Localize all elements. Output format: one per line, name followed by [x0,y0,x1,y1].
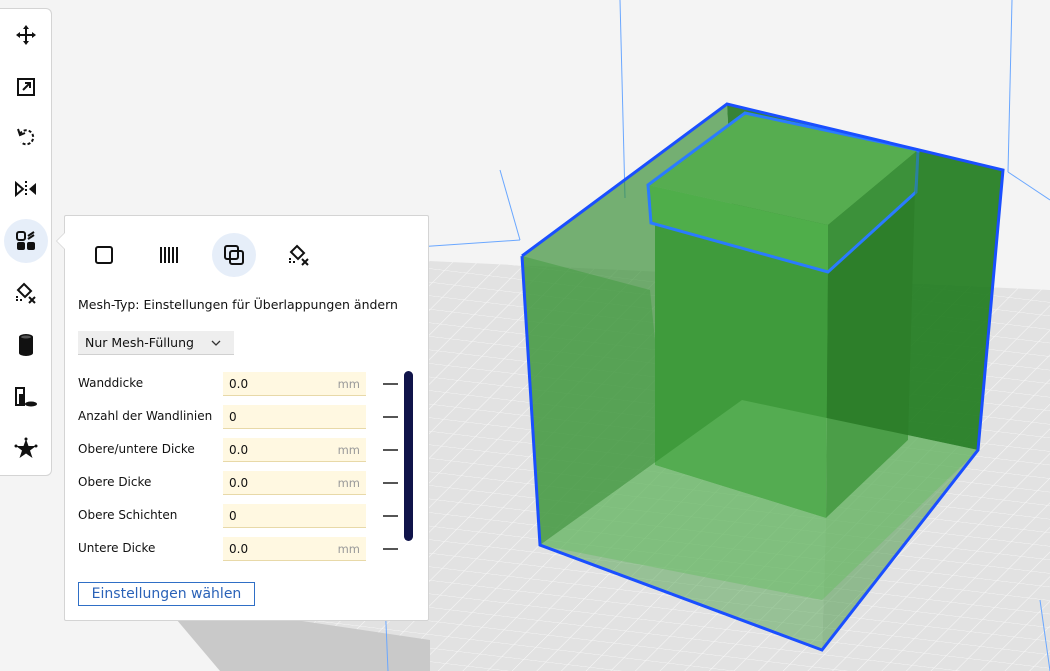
remove-setting-button[interactable] [383,548,398,550]
move-tool-button[interactable] [4,13,48,57]
rotate-icon [17,128,35,146]
cylinder-tool-button[interactable] [4,323,48,367]
modify-overlaps-button[interactable] [212,233,256,277]
mesh-type-title: Mesh-Typ: Einstellungen für Überlappunge… [78,297,398,312]
left-toolbar [0,8,52,476]
dropdown-value: Nur Mesh-Füllung [85,335,194,350]
star-tool-button[interactable] [4,427,48,471]
normal-model-icon [95,246,113,264]
setting-label: Wanddicke [78,376,144,390]
setting-label: Obere/untere Dicke [78,442,195,456]
per-model-settings-tool-button[interactable] [4,219,48,263]
setting-row: Wanddicke 0.0 mm [78,372,398,396]
setting-label: Obere Schichten [78,508,178,522]
settings-scrollbar[interactable] [404,371,413,541]
setting-input[interactable]: 0.0 mm [223,471,366,495]
setting-value: 0.0 [229,377,249,391]
cylinder-icon [19,334,33,356]
support-blocker-tool-button[interactable] [4,271,48,315]
setting-unit: mm [337,377,360,391]
setting-input[interactable]: 0.0 mm [223,438,366,462]
rotate-tool-button[interactable] [4,115,48,159]
setting-value: 0.0 [229,476,249,490]
mirror-icon [15,180,36,198]
setting-value: 0 [229,509,237,523]
modify-overlaps-icon [224,245,244,265]
mirror-tool-button[interactable] [4,167,48,211]
star-icon [14,437,38,458]
infill-mesh-dropdown[interactable]: Nur Mesh-Füllung [78,331,234,355]
setting-input[interactable]: 0 [223,405,366,429]
setting-input[interactable]: 0.0 mm [223,372,366,396]
remove-setting-button[interactable] [383,449,398,451]
remove-setting-button[interactable] [383,383,398,385]
setting-label: Obere Dicke [78,475,152,489]
scale-tool-button[interactable] [4,65,48,109]
print-as-support-button[interactable] [147,233,191,277]
support-blocker-icon [16,282,36,304]
dont-support-overlaps-icon [289,244,309,266]
tool-object-icon [15,387,37,407]
setting-row: Obere/untere Dicke 0.0 mm [78,438,398,462]
setting-value: 0 [229,410,237,424]
print-as-support-icon [160,247,178,263]
setting-row: Obere Schichten 0 [78,504,398,528]
remove-setting-button[interactable] [383,416,398,418]
setting-value: 0.0 [229,443,249,457]
setting-unit: mm [337,476,360,490]
setting-input[interactable]: 0.0 mm [223,537,366,561]
move-icon [16,25,36,45]
tool-object-button[interactable] [4,375,48,419]
scale-icon [17,78,35,96]
chevron-down-icon [210,331,222,363]
dont-support-overlaps-button[interactable] [277,233,321,277]
remove-setting-button[interactable] [383,482,398,484]
per-model-settings-icon [16,231,35,250]
setting-unit: mm [337,542,360,556]
choose-settings-button[interactable]: Einstellungen wählen [78,582,255,606]
remove-setting-button[interactable] [383,515,398,517]
normal-model-button[interactable] [82,233,126,277]
setting-value: 0.0 [229,542,249,556]
panel-pointer-fill [57,233,65,249]
setting-row: Obere Dicke 0.0 mm [78,471,398,495]
setting-label: Untere Dicke [78,541,156,555]
setting-label: Anzahl der Wandlinien [78,409,213,423]
per-model-settings-panel: Mesh-Typ: Einstellungen für Überlappunge… [64,215,429,621]
setting-unit: mm [337,443,360,457]
setting-input[interactable]: 0 [223,504,366,528]
setting-row: Untere Dicke 0.0 mm [78,537,398,561]
setting-row: Anzahl der Wandlinien 0 [78,405,398,429]
